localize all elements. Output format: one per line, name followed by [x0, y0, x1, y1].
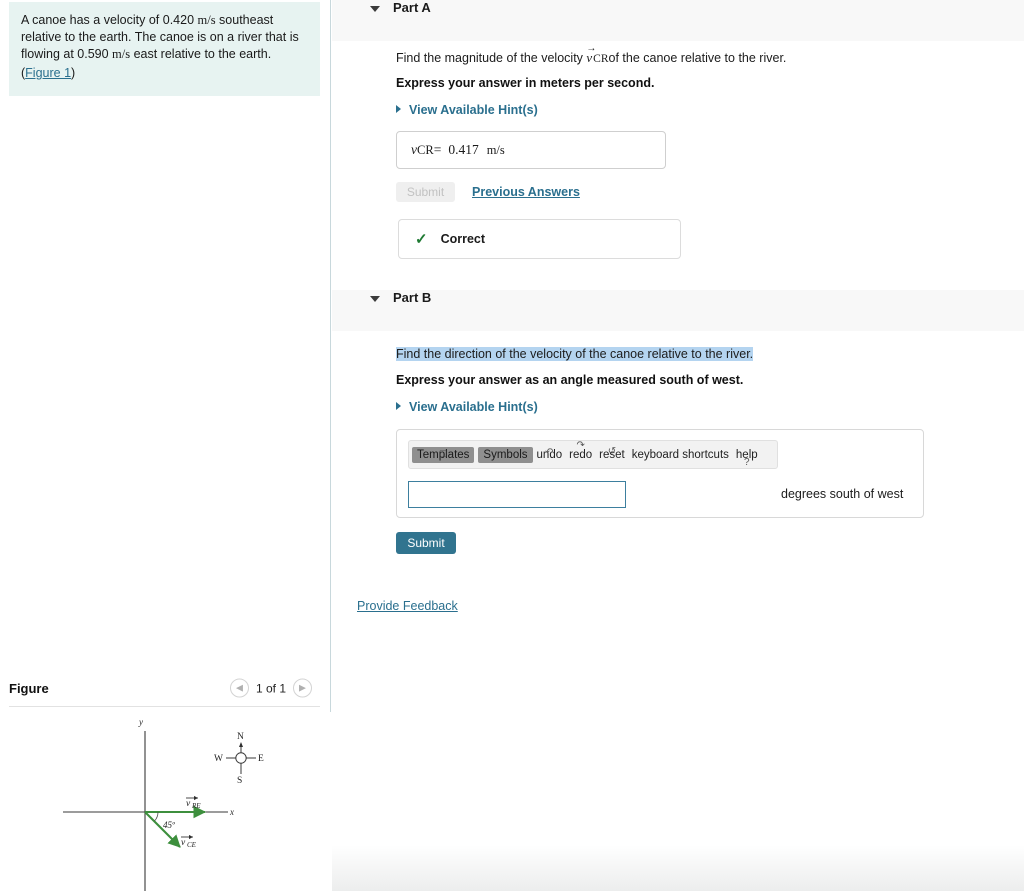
part-a-answer-value: 0.417 [448, 142, 479, 157]
reset-circular-arrow-icon: ↺ [607, 445, 617, 457]
figure-panel-title: Figure [9, 680, 49, 696]
problem-line3-unit: m/s [112, 47, 131, 61]
vector-diagram-svg: y x N S E W v RE 45º v CE [63, 717, 264, 891]
problem-line3-b: east relative to the earth. [130, 47, 272, 61]
part-b-label: Part B [393, 290, 432, 305]
triangle-right-icon [396, 402, 401, 410]
problem-line1-b: southeast [215, 13, 274, 27]
figure-divider [9, 706, 320, 707]
question-mark-icon: ? [744, 456, 750, 468]
part-a-status-badge: ✓ Correct [398, 219, 681, 259]
help-button[interactable]: ? help [736, 449, 758, 468]
undo-arrow-icon: ↶ [545, 446, 554, 458]
part-a-header[interactable]: Part A [332, 0, 1024, 41]
checkmark-icon: ✓ [415, 231, 428, 248]
part-a-hints-toggle[interactable]: View Available Hint(s) [396, 103, 538, 117]
undo-button[interactable]: ↶ undo [537, 446, 563, 461]
problem-line1-a: A canoe has a velocity of 0.420 [21, 13, 198, 27]
symbols-button-label: Symbols [483, 448, 528, 461]
redo-arrow-icon: ↷ [576, 439, 585, 451]
chevron-left-icon[interactable]: ◀ [229, 678, 249, 698]
part-a-answer-var-sub: CR [417, 142, 434, 157]
part-a-answer-display: v CR = 0.417 m/s [396, 131, 666, 169]
axis-label-y: y [138, 717, 143, 727]
part-a-previous-answers-link[interactable]: Previous Answers [472, 185, 580, 199]
reset-button[interactable]: ↺ reset [599, 445, 625, 461]
figure-1-link[interactable]: Figure 1 [25, 66, 71, 80]
svg-text:CE: CE [187, 841, 197, 849]
vector-label-vre: v RE [186, 795, 201, 810]
part-a-submit-button: Submit [396, 182, 455, 202]
part-a-question-post: of the canoe relative to the river. [608, 51, 787, 65]
compass-east: E [258, 754, 264, 764]
part-a-status-label: Correct [440, 232, 486, 246]
part-b-question-text: Find the direction of the velocity of th… [396, 347, 754, 361]
part-a-label: Part A [393, 0, 431, 15]
part-b-answer-widget: □ Templates Symbols ↶ undo ↷ redo ↺ rese… [396, 429, 924, 518]
problem-line2: relative to the earth. The canoe is on a… [21, 30, 287, 44]
velocity-vector-subscript: CR [593, 53, 609, 65]
part-a-instruction: Express your answer in meters per second… [396, 76, 655, 90]
part-b-header[interactable]: Part B [332, 290, 1024, 331]
part-b-question: Find the direction of the velocity of th… [396, 347, 754, 361]
math-editor-toolbar: □ Templates Symbols ↶ undo ↷ redo ↺ rese… [408, 440, 778, 469]
part-b-unit-label: degrees south of west [781, 487, 904, 501]
part-a-actions: Submit Previous Answers [396, 182, 580, 202]
part-a-answer-unit: m/s [486, 142, 505, 157]
symbols-button[interactable]: Symbols [478, 446, 533, 463]
left-panel: A canoe has a velocity of 0.420 m/s sout… [0, 0, 331, 891]
svg-text:v: v [181, 838, 186, 848]
compass-south: S [237, 776, 242, 786]
part-a-question-pre: Find the magnitude of the velocity [396, 51, 587, 65]
svg-text:RE: RE [191, 802, 201, 810]
figure-panel-header: Figure ◀ 1 of 1 ▶ [9, 668, 320, 708]
figure-diagram[interactable]: y x N S E W v RE 45º v CE [0, 712, 331, 891]
chevron-right-icon[interactable]: ▶ [293, 678, 312, 698]
provide-feedback-link[interactable]: Provide Feedback [357, 599, 458, 613]
compass-north: N [237, 732, 244, 742]
templates-button[interactable]: □ Templates [412, 446, 475, 463]
part-b-instruction: Express your answer as an angle measured… [396, 373, 744, 387]
velocity-vector-symbol: → v [586, 43, 597, 65]
right-panel: Part A Find the magnitude of the velocit… [332, 0, 1024, 891]
template-grid-icon: □ [439, 447, 447, 460]
part-b-submit-button[interactable]: Submit [396, 532, 456, 554]
page-root: A canoe has a velocity of 0.420 m/s sout… [0, 0, 1024, 891]
part-b-hints-toggle[interactable]: View Available Hint(s) [396, 400, 538, 414]
part-b-answer-input[interactable] [408, 481, 626, 508]
caret-down-icon[interactable] [370, 296, 380, 302]
compass-west: W [214, 754, 223, 764]
problem-statement: A canoe has a velocity of 0.420 m/s sout… [9, 2, 320, 96]
figure-pager: ◀ 1 of 1 ▶ [229, 678, 312, 698]
caret-down-icon[interactable] [370, 6, 380, 12]
part-a-answer-equals: = [433, 142, 442, 157]
problem-line1-unit: m/s [197, 13, 216, 27]
axis-label-x: x [229, 807, 234, 817]
keyboard-shortcuts-label: keyboard shortcuts [631, 448, 729, 461]
vector-label-vce: v CE [181, 834, 197, 849]
part-b-hints-label: View Available Hint(s) [409, 400, 538, 414]
triangle-right-icon [396, 105, 401, 113]
angle-label-45: 45º [163, 820, 175, 830]
keyboard-shortcuts-button[interactable]: keyboard shortcuts [632, 449, 729, 461]
part-a-question: Find the magnitude of the velocity → vCRo… [396, 43, 787, 66]
figure-paren-close: ) [71, 66, 76, 80]
redo-button[interactable]: ↷ redo [569, 440, 592, 461]
svg-text:v: v [186, 799, 191, 809]
part-a-hints-label: View Available Hint(s) [409, 103, 538, 117]
figure-page-count: 1 of 1 [255, 681, 286, 695]
